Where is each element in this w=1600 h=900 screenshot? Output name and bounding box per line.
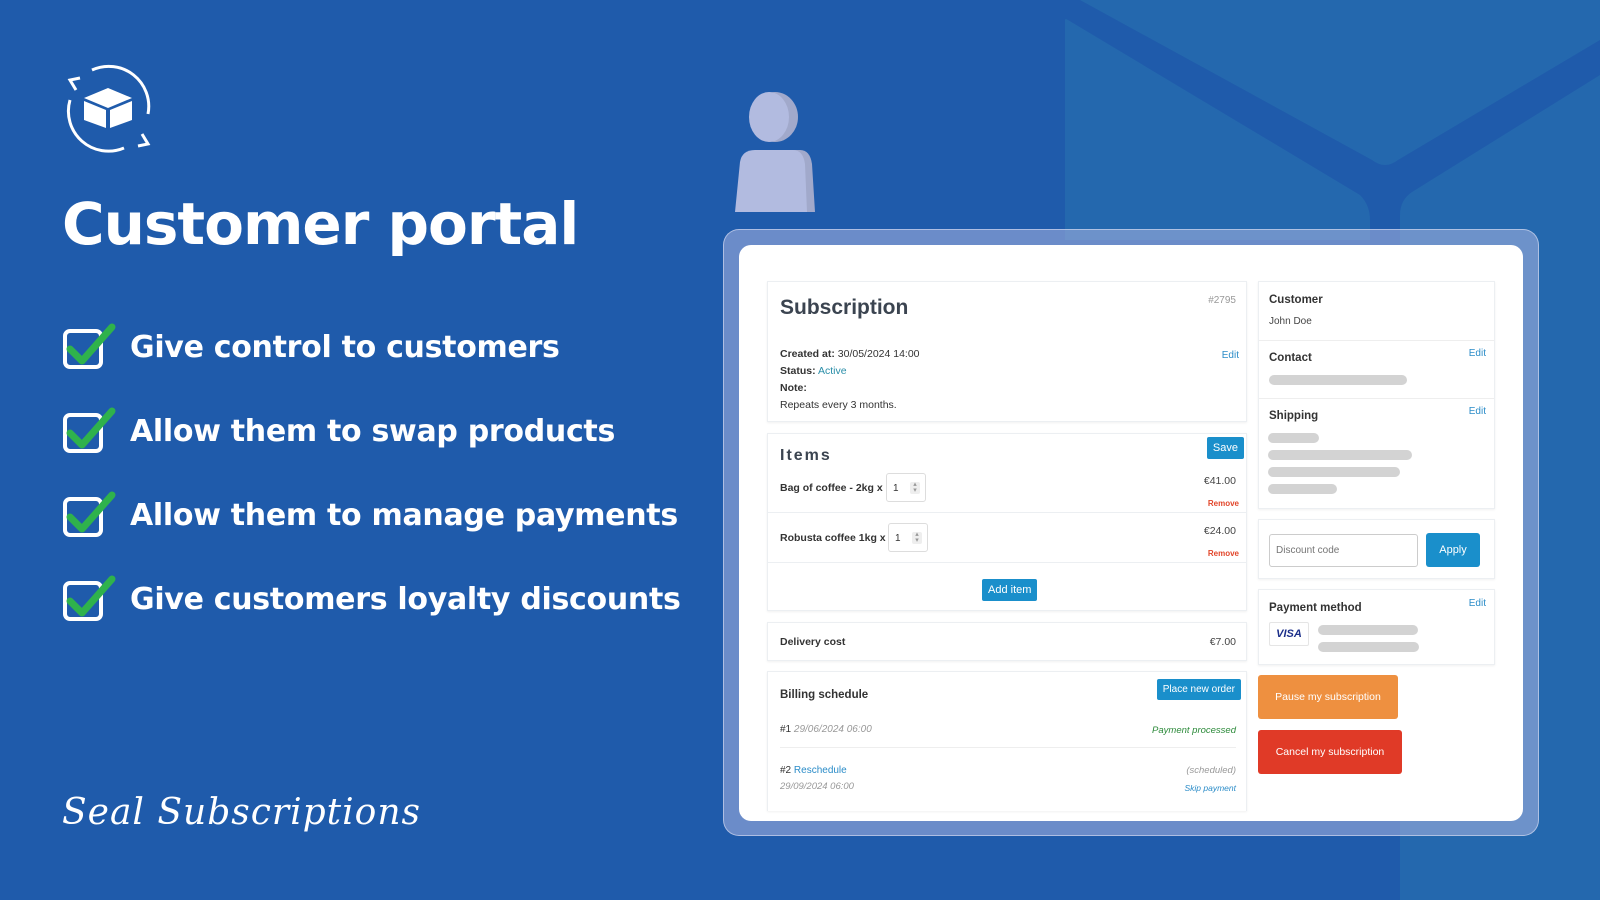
subscription-box-logo-icon <box>66 64 151 153</box>
feature-label: Give customers loyalty discounts <box>130 581 681 617</box>
feature-item: Allow them to swap products <box>62 389 681 473</box>
item-row: Bag of coffee - 2kg x 1 ▴ ▾ €41.00 Remove <box>768 464 1246 513</box>
created-label: Created at: <box>780 348 835 360</box>
delivery-label: Delivery cost <box>780 636 846 648</box>
checkbox-checked-icon <box>63 575 116 621</box>
visa-card-icon: VISA <box>1269 622 1309 646</box>
save-items-button[interactable]: Save <box>1206 437 1244 459</box>
place-new-order-button[interactable]: Place new order <box>1156 679 1241 700</box>
discount-card: Apply <box>1258 519 1495 579</box>
skip-payment-link[interactable]: Skip payment <box>1185 783 1237 793</box>
apply-discount-button[interactable]: Apply <box>1426 533 1480 567</box>
checkbox-checked-icon <box>63 407 116 453</box>
delivery-value: €7.00 <box>1209 636 1236 648</box>
pause-subscription-button[interactable]: Pause my subscription <box>1258 675 1398 719</box>
shipping-placeholder <box>1268 467 1400 477</box>
billing-entry-date: 29/06/2024 06:00 <box>793 724 872 735</box>
billing-title: Billing schedule <box>780 689 869 701</box>
cancel-subscription-button[interactable]: Cancel my subscription <box>1258 730 1402 774</box>
remove-item-link[interactable]: Remove <box>1208 499 1239 508</box>
billing-entry-number: #2 <box>780 765 792 776</box>
card-expiry-placeholder <box>1318 642 1419 652</box>
feature-list: Give control to customers Allow them to … <box>62 305 681 641</box>
payment-status: Payment processed <box>1152 725 1236 736</box>
shipping-placeholder <box>1268 484 1337 494</box>
quantity-value: 1 <box>893 483 899 494</box>
brand-wordmark: Seal Subscriptions <box>62 792 421 833</box>
shipping-placeholder <box>1268 450 1412 460</box>
remove-item-link[interactable]: Remove <box>1208 549 1239 558</box>
repeat-text: Repeats every 3 months. <box>780 399 897 411</box>
contact-edit-link[interactable]: Edit <box>1469 348 1486 359</box>
customer-name: John Doe <box>1269 316 1312 327</box>
item-price: €24.00 <box>1203 525 1236 537</box>
feature-label: Allow them to swap products <box>130 413 616 449</box>
spinner-icon[interactable]: ▴ ▾ <box>910 481 920 494</box>
contact-placeholder <box>1269 375 1407 385</box>
billing-schedule-card: Billing schedule Place new order #1 29/0… <box>767 671 1247 811</box>
delivery-cost-card: Delivery cost €7.00 <box>767 622 1247 661</box>
shipping-edit-link[interactable]: Edit <box>1469 406 1486 417</box>
page-headline: Customer portal <box>62 190 579 258</box>
items-title: Items <box>780 447 832 464</box>
feature-item: Allow them to manage payments <box>62 473 681 557</box>
divider <box>1259 398 1494 399</box>
customer-info-card: Customer John Doe Contact Edit Shipping … <box>1258 281 1495 509</box>
shipping-placeholder <box>1268 433 1319 443</box>
created-value: 30/05/2024 14:00 <box>837 348 920 360</box>
reschedule-link[interactable]: Reschedule <box>794 765 847 776</box>
contact-label: Contact <box>1269 352 1312 364</box>
feature-item: Give control to customers <box>62 305 681 389</box>
divider <box>780 747 1236 748</box>
quantity-value: 1 <box>895 533 901 544</box>
shipping-label: Shipping <box>1269 410 1319 422</box>
item-name: Robusta coffee 1kg x <box>780 532 886 544</box>
subscription-details: Created at: 30/05/2024 14:00 Status: Act… <box>780 346 920 414</box>
payment-method-label: Payment method <box>1269 602 1362 614</box>
item-name: Bag of coffee - 2kg x <box>780 482 883 494</box>
subscription-title: Subscription <box>780 296 909 319</box>
add-item-button[interactable]: Add item <box>982 579 1038 601</box>
customer-label: Customer <box>1269 294 1323 306</box>
checkbox-checked-icon <box>63 491 116 537</box>
item-price: €41.00 <box>1203 475 1236 487</box>
payment-method-card: Payment method Edit VISA <box>1258 589 1495 665</box>
feature-item: Give customers loyalty discounts <box>62 557 681 641</box>
items-card: Items Save Bag of coffee - 2kg x 1 ▴ ▾ €41… <box>767 433 1247 611</box>
subscription-id: #2795 <box>1208 295 1236 306</box>
billing-entry-number: #1 <box>780 724 792 735</box>
feature-label: Allow them to manage payments <box>130 497 678 533</box>
status-badge: Active <box>817 365 847 377</box>
billing-entry: #1 29/06/2024 06:00 Payment processed <box>780 724 1236 736</box>
subscription-card: Subscription #2795 Edit Created at: 30/0… <box>767 281 1247 422</box>
card-number-placeholder <box>1318 625 1418 635</box>
checkbox-checked-icon <box>63 323 116 369</box>
item-row: Robusta coffee 1kg x 1 ▴ ▾ €24.00 Remove <box>768 514 1246 563</box>
user-avatar-icon <box>735 92 815 212</box>
status-label: Status: <box>780 365 816 377</box>
quantity-stepper[interactable]: 1 ▴ ▾ <box>888 523 928 552</box>
discount-code-input[interactable] <box>1269 534 1418 567</box>
quantity-stepper[interactable]: 1 ▴ ▾ <box>886 473 926 502</box>
spinner-icon[interactable]: ▴ ▾ <box>912 531 922 544</box>
divider <box>1259 340 1494 341</box>
billing-entry: #2 Reschedule (scheduled) 29/09/2024 06:… <box>780 765 1237 793</box>
subscription-edit-link[interactable]: Edit <box>1222 350 1239 361</box>
payment-edit-link[interactable]: Edit <box>1469 598 1486 609</box>
note-label: Note: <box>780 382 807 394</box>
payment-status: (scheduled) <box>1186 765 1236 776</box>
feature-label: Give control to customers <box>130 329 560 365</box>
billing-entry-date: 29/09/2024 06:00 <box>780 781 854 792</box>
